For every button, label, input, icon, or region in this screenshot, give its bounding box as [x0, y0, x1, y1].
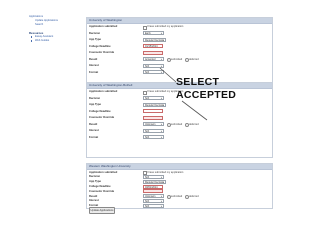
- callout-line-1: SELECT: [176, 76, 220, 88]
- callout-line-2: ACCEPTED: [176, 89, 237, 101]
- callout-arrow-up: [159, 67, 177, 83]
- callout-annotation: SELECT ACCEPTED: [176, 76, 236, 102]
- callout-arrow-down: [181, 100, 208, 121]
- callout-arrows: [159, 67, 208, 121]
